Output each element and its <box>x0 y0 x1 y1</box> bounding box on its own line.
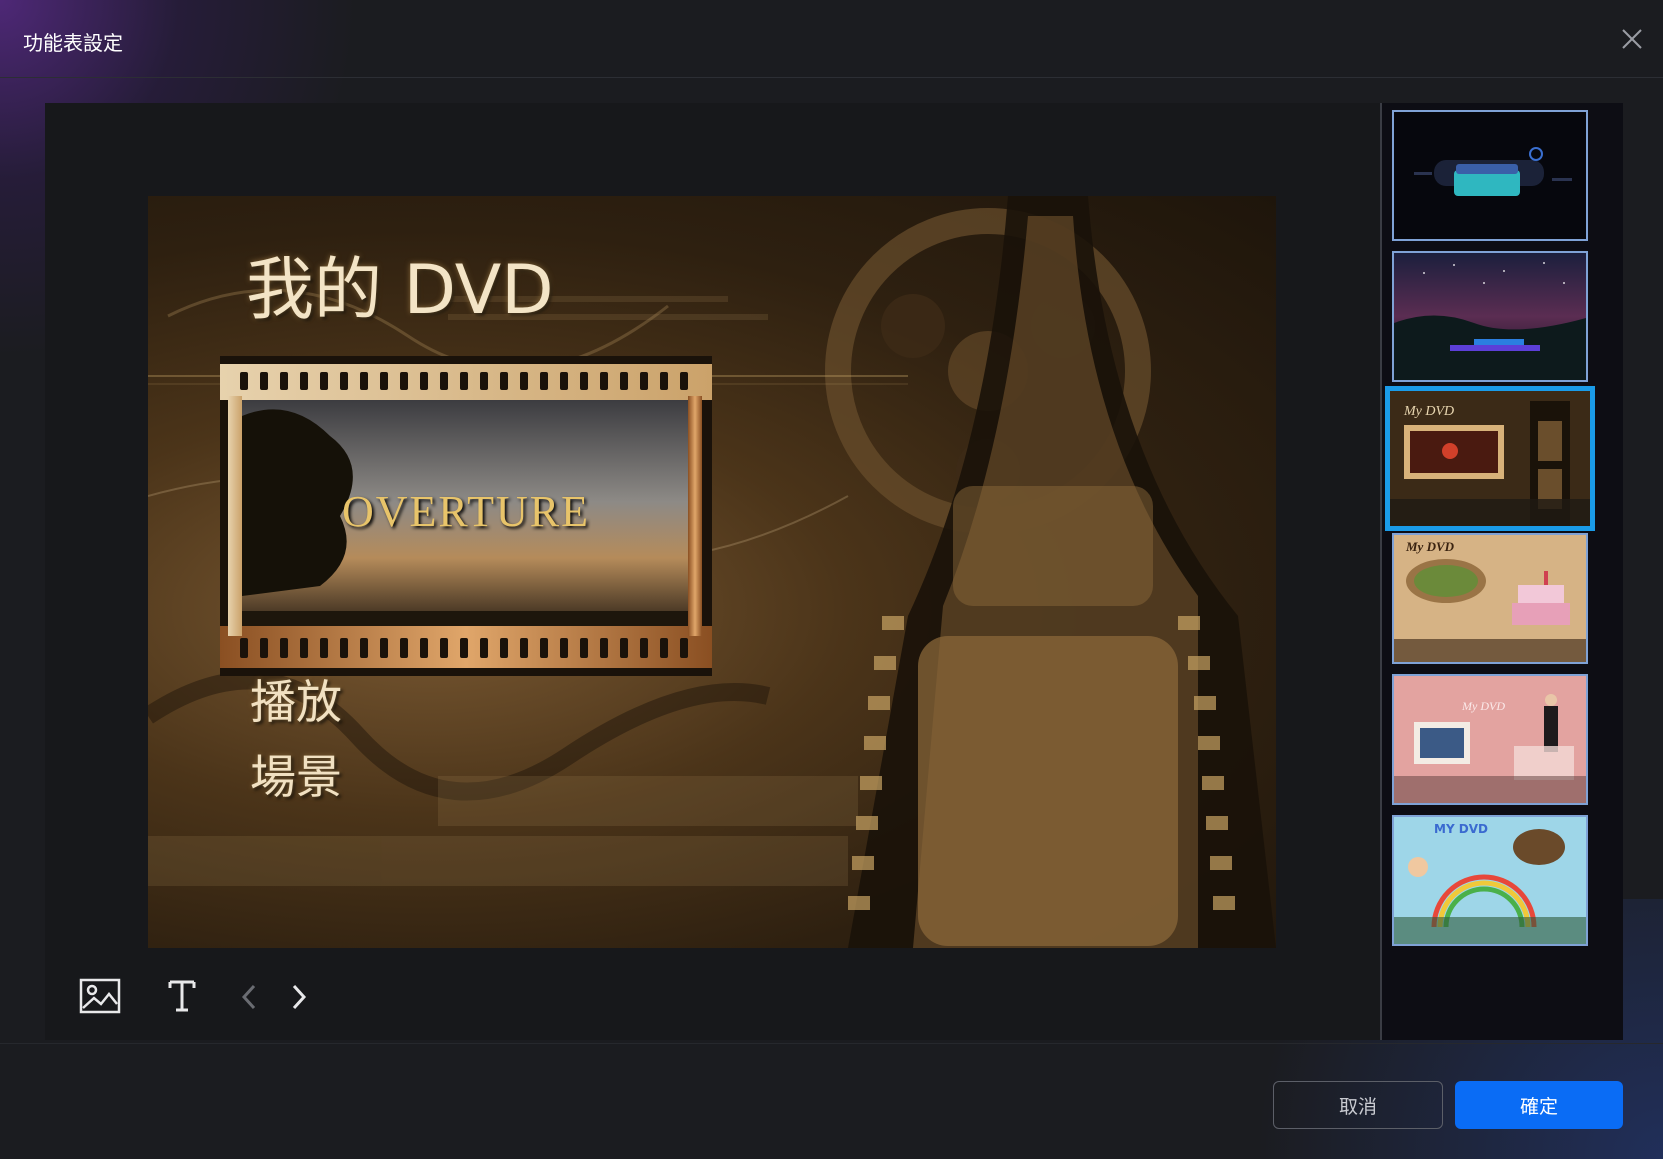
template-title-text: My DVD <box>1403 404 1454 419</box>
menu-item-scenes[interactable]: 場景 <box>250 741 342 807</box>
template-thumbnail-night-sky[interactable] <box>1392 251 1588 382</box>
disc-title[interactable]: 我的 DVD <box>246 234 554 333</box>
template-thumbnail-dark-tech[interactable] <box>1392 110 1588 241</box>
previous-page-button[interactable] <box>239 982 259 1016</box>
close-button[interactable] <box>1619 26 1645 52</box>
close-icon <box>1622 29 1642 49</box>
template-thumbnail-film[interactable]: My DVD <box>1385 386 1595 531</box>
template-title-text: My DVD <box>1405 539 1455 554</box>
edit-toolbar <box>79 968 479 1032</box>
template-thumbnail-wedding[interactable]: My DVD <box>1392 674 1588 805</box>
text-icon <box>168 980 196 1012</box>
template-preview-art: MY DVD <box>1394 817 1586 944</box>
template-list[interactable]: My DVD My DVD My DVD MY DVD <box>1382 103 1623 1040</box>
template-title-text: MY DVD <box>1434 822 1488 836</box>
add-text-button[interactable] <box>167 978 197 1018</box>
template-preview-art: My DVD <box>1394 535 1586 662</box>
dialog-title: 功能表設定 <box>23 31 123 55</box>
image-icon <box>79 978 121 1014</box>
menu-preview-canvas[interactable]: 我的 DVD OVERTURE 播放 場景 <box>148 196 1276 948</box>
cancel-button[interactable]: 取消 <box>1273 1081 1443 1129</box>
chapter-thumbnail-frame[interactable]: OVERTURE <box>220 356 712 676</box>
add-image-button[interactable] <box>79 978 121 1018</box>
template-preview-art: My DVD <box>1390 391 1590 526</box>
ok-button[interactable]: 確定 <box>1455 1081 1623 1129</box>
template-preview-art: My DVD <box>1394 676 1586 803</box>
template-thumbnail-birthday[interactable]: My DVD <box>1392 533 1588 664</box>
template-thumbnail-kids[interactable]: MY DVD <box>1392 815 1588 946</box>
chapter-thumbnail-title: OVERTURE <box>341 487 590 536</box>
template-preview-art <box>1394 253 1586 380</box>
template-title-text: My DVD <box>1461 699 1505 713</box>
preview-area: 我的 DVD OVERTURE 播放 場景 <box>45 103 1380 1040</box>
title-bar: 功能表設定 <box>0 0 1663 78</box>
footer-divider <box>0 1043 1663 1044</box>
content-panel: 我的 DVD OVERTURE 播放 場景 My DVD My DVD My D… <box>45 103 1623 1040</box>
template-preview-art <box>1394 112 1586 239</box>
next-page-button[interactable] <box>289 982 309 1016</box>
chevron-left-icon <box>241 984 256 1010</box>
chevron-right-icon <box>292 984 307 1010</box>
menu-item-play[interactable]: 播放 <box>250 666 342 732</box>
